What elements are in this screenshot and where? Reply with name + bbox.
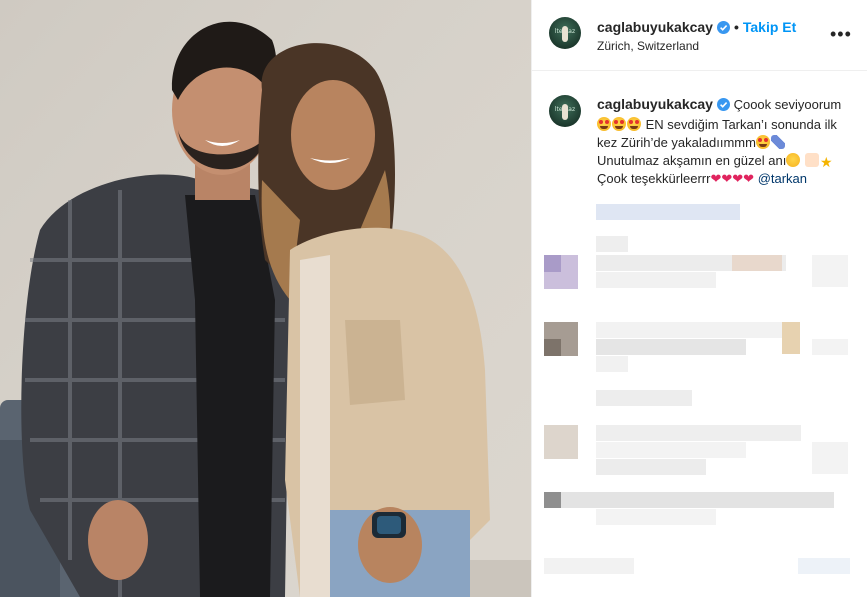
heart-eyes-emoji (755, 135, 770, 149)
redacted-block (544, 255, 561, 272)
caption-text-4: Çook teşekkürleerrr (597, 171, 711, 186)
redacted-block (596, 339, 746, 355)
header-username-row: caglabuyukakcay • Takip Et (597, 19, 796, 37)
redacted-block (812, 255, 848, 287)
header-username[interactable]: caglabuyukakcay (597, 19, 713, 35)
redacted-block (544, 558, 634, 574)
heart-emoji: ❤ (743, 171, 755, 186)
caption-avatar-text: lte Kaz (554, 106, 576, 113)
people-emoji (804, 153, 819, 167)
redacted-block (596, 272, 716, 288)
heart-emoji: ❤ (721, 171, 733, 186)
redacted-block (782, 322, 800, 354)
post-location[interactable]: Zürich, Switzerland (597, 39, 699, 53)
redacted-block (596, 204, 740, 220)
redacted-block (596, 322, 796, 338)
redacted-block (596, 425, 801, 441)
post-side-panel: lte Kaz caglabuyukakcay • Takip Et Zürich,… (531, 0, 867, 597)
follow-button[interactable]: Takip Et (743, 19, 796, 35)
verified-badge-icon (716, 98, 730, 116)
caption-text-1: Çoook seviyoorum (729, 97, 842, 112)
post-caption: caglabuyukakcay Çoook seviyoorum EN sevd… (597, 95, 847, 188)
verified-badge-icon (716, 21, 730, 37)
more-options-icon[interactable]: ••• (830, 24, 852, 45)
star-emoji: ★ (819, 154, 833, 170)
redacted-avatar (544, 425, 578, 459)
redacted-block (798, 558, 850, 574)
heart-eyes-emoji (597, 117, 611, 131)
redacted-block (596, 459, 706, 475)
bandage-emoji (770, 135, 785, 149)
redacted-block (596, 236, 628, 252)
avatar-text: lte Kaz (554, 28, 576, 35)
redacted-block (544, 492, 561, 508)
header-separator: • (733, 19, 739, 35)
redacted-block (596, 442, 746, 458)
heart-emoji: ❤ (710, 171, 722, 186)
redacted-block (544, 492, 834, 508)
heart-eyes-emoji (612, 117, 626, 131)
post-header: lte Kaz caglabuyukakcay • Takip Et Zürich,… (532, 0, 867, 71)
redacted-block (812, 442, 848, 474)
redacted-block (812, 339, 848, 355)
redacted-block (544, 339, 561, 356)
post-photo[interactable] (0, 0, 531, 597)
redacted-block (596, 390, 692, 406)
photo-illustration (0, 0, 531, 597)
mention-link[interactable]: @tarkan (758, 171, 807, 186)
redacted-block (596, 509, 716, 525)
caption-text-3: Unutulmaz akşamın en güzel anı (597, 153, 787, 168)
heart-eyes-emoji (627, 117, 641, 131)
grin-emoji (786, 153, 801, 167)
heart-emoji: ❤ (732, 171, 744, 186)
caption-avatar[interactable]: lte Kaz (549, 95, 581, 127)
redacted-block (596, 356, 628, 372)
redacted-block (732, 255, 782, 271)
caption-username[interactable]: caglabuyukakcay (597, 96, 713, 112)
profile-avatar[interactable]: lte Kaz (549, 17, 581, 49)
